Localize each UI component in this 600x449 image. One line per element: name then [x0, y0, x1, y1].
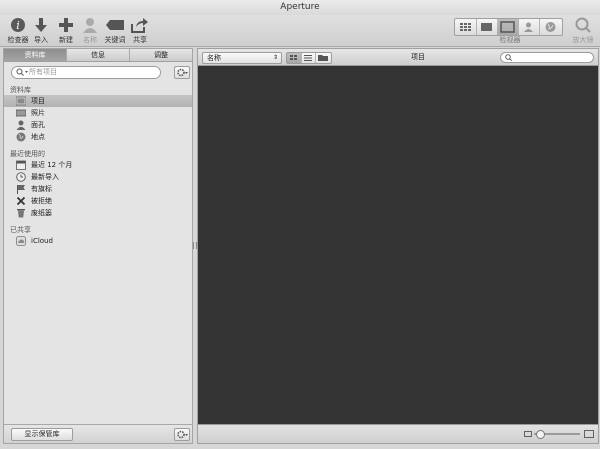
sidebar-item-label: 地点 — [31, 133, 45, 141]
grid-icon — [460, 23, 471, 31]
tab-info[interactable]: 信息 — [67, 49, 130, 61]
trash-icon — [17, 209, 25, 218]
viewer-mode-control — [454, 18, 563, 36]
tab-adjust[interactable]: 调整 — [130, 49, 192, 61]
sort-select-value: 名称 — [207, 54, 221, 62]
sidebar-tabs: 资料库 信息 调整 — [4, 49, 192, 62]
calendar-icon — [16, 160, 26, 170]
faces-icon — [16, 120, 26, 130]
sort-select[interactable]: 名称 ⇕ — [202, 52, 282, 64]
sidebar-bottom-action-menu[interactable] — [174, 428, 190, 441]
project-browser: 名称 ⇕ 项目 — [197, 48, 599, 444]
places-view-segment[interactable] — [539, 19, 562, 35]
share-icon — [131, 18, 148, 33]
sidebar-item-label: 照片 — [31, 109, 45, 117]
clock-icon — [16, 172, 26, 182]
tab-library[interactable]: 资料库 — [4, 49, 67, 61]
folder-segment[interactable] — [315, 53, 331, 63]
title-bar: Aperture — [0, 0, 600, 15]
import-arrow-icon — [35, 18, 47, 32]
sidebar-item-label: 废纸篓 — [31, 209, 52, 217]
thumbnail-size-slider[interactable] — [534, 430, 580, 439]
sidebar-item-places[interactable]: 地点 — [4, 131, 192, 143]
sidebar-action-menu[interactable] — [174, 66, 190, 79]
sidebar-item-icloud[interactable]: iCloud — [4, 235, 192, 247]
viewer-segment[interactable] — [497, 19, 519, 35]
sidebar-item-projects[interactable]: 项目 — [4, 95, 192, 107]
plus-icon — [59, 18, 73, 32]
sidebar-item-label: 面孔 — [31, 121, 45, 129]
window-title: Aperture — [280, 2, 320, 12]
loupe-label: 放大镜 — [572, 36, 594, 44]
sidebar-item-trash[interactable]: 废纸篓 — [4, 207, 192, 219]
x-icon — [16, 196, 26, 206]
projects-icon — [16, 96, 26, 106]
sidebar-item-label: 被拒绝 — [31, 197, 52, 205]
sidebar-item-label: 最新导入 — [31, 173, 59, 181]
viewer-icon — [500, 21, 515, 33]
slider-knob[interactable] — [536, 430, 545, 439]
search-placeholder: 所有项目 — [29, 68, 57, 76]
browser-search-field[interactable] — [500, 52, 594, 63]
globe-small-icon — [545, 22, 556, 32]
person-small-icon — [524, 22, 533, 32]
split-view-segment[interactable] — [476, 19, 498, 35]
browser-title: 项目 — [411, 53, 425, 61]
show-vault-button[interactable]: 显示保管库 — [11, 428, 73, 441]
search-icon — [505, 54, 513, 62]
sidebar-item-label: iCloud — [31, 237, 53, 245]
gear-icon — [177, 68, 188, 77]
loupe-icon — [575, 17, 591, 33]
list-icon — [304, 55, 312, 61]
search-icon — [16, 68, 28, 76]
sidebar-bottom-bar: 显示保管库 — [4, 424, 192, 443]
select-arrows-icon: ⇕ — [272, 54, 278, 61]
gear-icon — [177, 430, 188, 439]
sidebar-item-faces[interactable]: 面孔 — [4, 119, 192, 131]
icloud-icon — [16, 236, 26, 246]
flag-icon — [17, 185, 25, 194]
browser-footer — [198, 424, 598, 443]
toolbar: i 检查器 导入 新建 名称 关键词 共享 检视器 放大镜 — [0, 15, 600, 47]
sidebar-item-label: 有旗标 — [31, 185, 52, 193]
browser-view-control — [286, 52, 332, 64]
loupe-button[interactable]: 放大镜 — [568, 15, 598, 46]
sidebar-item-label: 项目 — [31, 97, 45, 105]
person-icon — [83, 18, 97, 33]
large-thumbnail-icon — [584, 430, 594, 438]
split-view-icon — [481, 23, 492, 31]
section-shared-title: 已共享 — [10, 226, 31, 234]
section-recent-title: 最近使用的 — [10, 150, 45, 158]
section-library-title: 资料库 — [10, 86, 31, 94]
svg-text:i: i — [16, 19, 20, 32]
sidebar-item-flagged[interactable]: 有旗标 — [4, 183, 192, 195]
list-segment[interactable] — [301, 53, 316, 63]
tag-icon — [106, 20, 124, 30]
photos-icon — [16, 109, 26, 117]
sidebar-item-photos[interactable]: 照片 — [4, 107, 192, 119]
viewer-label: 检视器 — [499, 36, 521, 44]
sidebar-item-last-12-months[interactable]: 最近 12 个月 — [4, 159, 192, 171]
browser-header: 名称 ⇕ 项目 — [198, 49, 598, 66]
grid-segment[interactable] — [287, 53, 302, 63]
grid-small-icon — [290, 55, 297, 60]
grid-view-segment[interactable] — [455, 19, 477, 35]
folder-icon — [318, 55, 328, 61]
faces-view-segment[interactable] — [518, 19, 540, 35]
sidebar-search-field[interactable]: 所有项目 — [11, 66, 161, 79]
sidebar: 资料库 信息 调整 所有项目 资料库 项目 照片 面孔 地点 最近使用的 最近 … — [3, 48, 193, 444]
sidebar-item-rejected[interactable]: 被拒绝 — [4, 195, 192, 207]
aperture-window: Aperture i 检查器 导入 新建 名称 关键词 共享 检视器 放大镜 资… — [0, 0, 600, 449]
share-label: 共享 — [133, 36, 147, 44]
small-thumbnail-icon — [524, 431, 532, 437]
sidebar-item-label: 最近 12 个月 — [31, 161, 73, 169]
info-icon: i — [11, 18, 25, 32]
sidebar-item-last-import[interactable]: 最新导入 — [4, 171, 192, 183]
globe-icon — [16, 132, 26, 142]
share-button[interactable]: 共享 — [125, 15, 155, 46]
